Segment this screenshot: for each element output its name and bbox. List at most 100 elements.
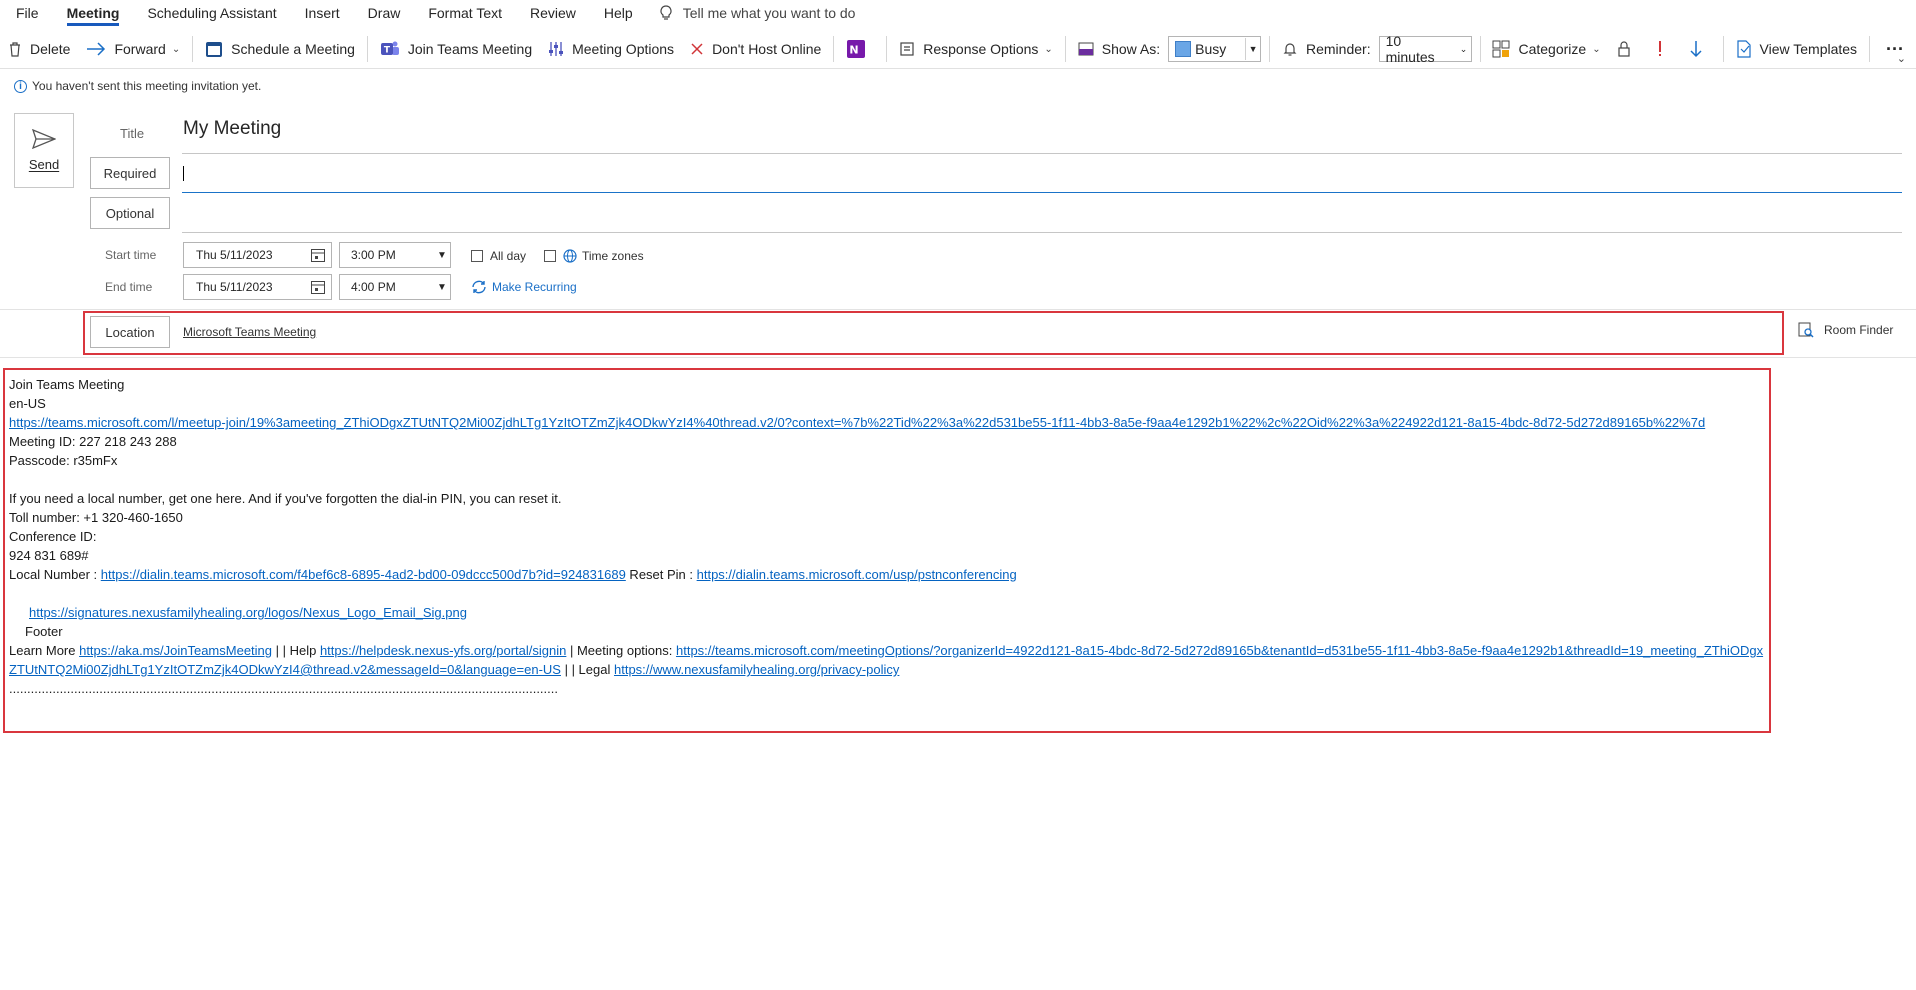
info-message: You haven't sent this meeting invitation… <box>32 79 262 93</box>
low-importance-button[interactable] <box>1681 33 1719 65</box>
onenote-button[interactable]: N <box>838 33 882 65</box>
show-as-value: Busy <box>1195 41 1227 57</box>
paper-plane-icon <box>32 129 56 149</box>
tell-me-search[interactable]: Tell me what you want to do <box>659 5 856 21</box>
chevron-down-icon: ⌄ <box>1592 43 1601 55</box>
chevron-down-icon[interactable]: ⌄ <box>1897 52 1906 65</box>
tab-review[interactable]: Review <box>516 0 590 26</box>
location-input[interactable]: Microsoft Teams Meeting <box>183 325 316 339</box>
room-finder-label: Room Finder <box>1824 323 1894 337</box>
onenote-icon: N <box>847 40 866 58</box>
sliders-icon <box>549 42 564 56</box>
show-as-icon <box>1078 42 1094 56</box>
tab-scheduling-assistant[interactable]: Scheduling Assistant <box>133 0 290 26</box>
ribbon-divider <box>192 36 194 62</box>
private-button[interactable] <box>1609 33 1647 65</box>
room-finder-icon <box>1798 322 1814 338</box>
tab-file[interactable]: File <box>0 0 53 26</box>
reset-pin-link[interactable]: https://dialin.teams.microsoft.com/usp/p… <box>697 567 1017 582</box>
calendar-icon[interactable] <box>305 243 331 267</box>
delete-button[interactable]: Delete <box>0 33 78 65</box>
required-input[interactable] <box>182 192 1902 193</box>
svg-text:N: N <box>850 44 859 57</box>
high-importance-button[interactable] <box>1647 33 1681 65</box>
time-zones-box[interactable] <box>544 250 556 262</box>
close-icon <box>691 43 703 55</box>
end-time-select[interactable]: 4:00 PM ▼ <box>339 274 451 300</box>
categorize-button[interactable]: Categorize ⌄ <box>1484 33 1608 65</box>
local-number-link[interactable]: https://dialin.teams.microsoft.com/f4bef… <box>101 567 626 582</box>
show-as-select[interactable]: Busy ▼ <box>1168 36 1262 62</box>
meeting-options-text-label: | Meeting options: <box>566 643 676 658</box>
learn-more-link[interactable]: https://aka.ms/JoinTeamsMeeting <box>79 643 272 658</box>
chevron-down-icon: ⌄ <box>1044 43 1053 55</box>
reminder-label: Reminder: <box>1306 41 1371 57</box>
exclamation-icon <box>1658 41 1661 56</box>
time-zones-checkbox[interactable]: Time zones <box>544 249 644 263</box>
schedule-meeting-button[interactable]: Schedule a Meeting <box>197 33 363 65</box>
response-options-icon <box>900 42 914 56</box>
chevron-down-icon[interactable]: ▼ <box>434 282 450 293</box>
tell-me-text: Tell me what you want to do <box>682 5 856 21</box>
optional-input[interactable] <box>182 232 1902 233</box>
all-day-checkbox[interactable]: All day <box>471 249 526 263</box>
meeting-options-button[interactable]: Meeting Options <box>540 33 682 65</box>
chevron-down-icon[interactable]: ▼ <box>1245 38 1260 60</box>
message-body[interactable]: Join Teams Meeting en-US https://teams.m… <box>9 375 1769 698</box>
title-input[interactable]: My Meeting <box>183 118 281 140</box>
legal-link[interactable]: https://www.nexusfamilyhealing.org/priva… <box>614 662 899 677</box>
ribbon-divider <box>886 36 888 62</box>
start-time-value: 3:00 PM <box>351 248 396 262</box>
reminder-label-group: Reminder: <box>1274 33 1375 65</box>
tab-help[interactable]: Help <box>590 0 647 26</box>
tab-format-text[interactable]: Format Text <box>414 0 516 26</box>
chevron-down-icon[interactable]: ⌄ <box>172 44 180 55</box>
send-button[interactable]: Send <box>14 113 74 188</box>
help-label: | | Help <box>272 643 320 658</box>
ribbon-divider <box>1722 36 1724 62</box>
dont-host-online-button[interactable]: Don't Host Online <box>682 33 829 65</box>
chevron-down-icon[interactable]: ▼ <box>434 250 450 261</box>
response-options-button[interactable]: Response Options ⌄ <box>891 33 1061 65</box>
toll-number-text: Toll number: +1 320-460-1650 <box>9 510 183 525</box>
make-recurring-button[interactable]: Make Recurring <box>471 280 577 294</box>
location-button[interactable]: Location <box>90 316 170 348</box>
start-date-picker[interactable]: Thu 5/11/2023 <box>183 242 332 268</box>
join-teams-meeting-button[interactable]: T Join Teams Meeting <box>372 33 540 65</box>
tab-draw[interactable]: Draw <box>354 0 415 26</box>
room-finder-button[interactable]: Room Finder <box>1798 322 1893 338</box>
reminder-select[interactable]: 10 minutes ⌄ <box>1378 33 1472 65</box>
meeting-options-label: Meeting Options <box>572 41 675 57</box>
start-time-select[interactable]: 3:00 PM ▼ <box>339 242 451 268</box>
tab-insert[interactable]: Insert <box>291 0 354 26</box>
calendar-icon[interactable] <box>305 275 331 299</box>
reset-pin-label: Reset Pin : <box>625 567 697 582</box>
reminder-value: 10 minutes <box>1385 33 1435 65</box>
optional-button[interactable]: Optional <box>90 197 170 229</box>
end-date-picker[interactable]: Thu 5/11/2023 <box>183 274 332 300</box>
busy-swatch <box>1175 41 1192 57</box>
all-day-box[interactable] <box>471 250 483 262</box>
time-zones-label: Time zones <box>582 249 644 263</box>
chevron-down-icon[interactable]: ⌄ <box>1457 38 1471 60</box>
tab-meeting[interactable]: Meeting <box>53 0 134 26</box>
start-date-value: Thu 5/11/2023 <box>196 248 273 262</box>
menu-bar: File Meeting Scheduling Assistant Insert… <box>0 0 1916 26</box>
title-label: Title <box>120 126 145 141</box>
forward-button[interactable]: Forward ⌄ <box>78 33 188 65</box>
signature-logo-link[interactable]: https://signatures.nexusfamilyhealing.or… <box>29 605 467 620</box>
recurring-icon <box>472 280 486 294</box>
more-options-button[interactable]: ··· <box>1874 33 1916 65</box>
all-day-label: All day <box>490 249 527 263</box>
join-meeting-link[interactable]: https://teams.microsoft.com/l/meetup-joi… <box>9 415 1705 430</box>
ribbon-toolbar: Delete Forward ⌄ Schedule a Meeting T Jo… <box>0 30 1916 69</box>
required-button[interactable]: Required <box>90 157 170 189</box>
end-date-value: Thu 5/11/2023 <box>196 280 273 294</box>
end-time-label: End time <box>105 280 153 294</box>
ribbon-divider <box>366 36 368 62</box>
help-link[interactable]: https://helpdesk.nexus-yfs.org/portal/si… <box>320 643 566 658</box>
view-templates-button[interactable]: View Templates <box>1728 33 1866 65</box>
show-as-label: Show As: <box>1101 41 1161 57</box>
lock-icon <box>1617 41 1630 57</box>
arrow-down-icon <box>1690 41 1702 58</box>
